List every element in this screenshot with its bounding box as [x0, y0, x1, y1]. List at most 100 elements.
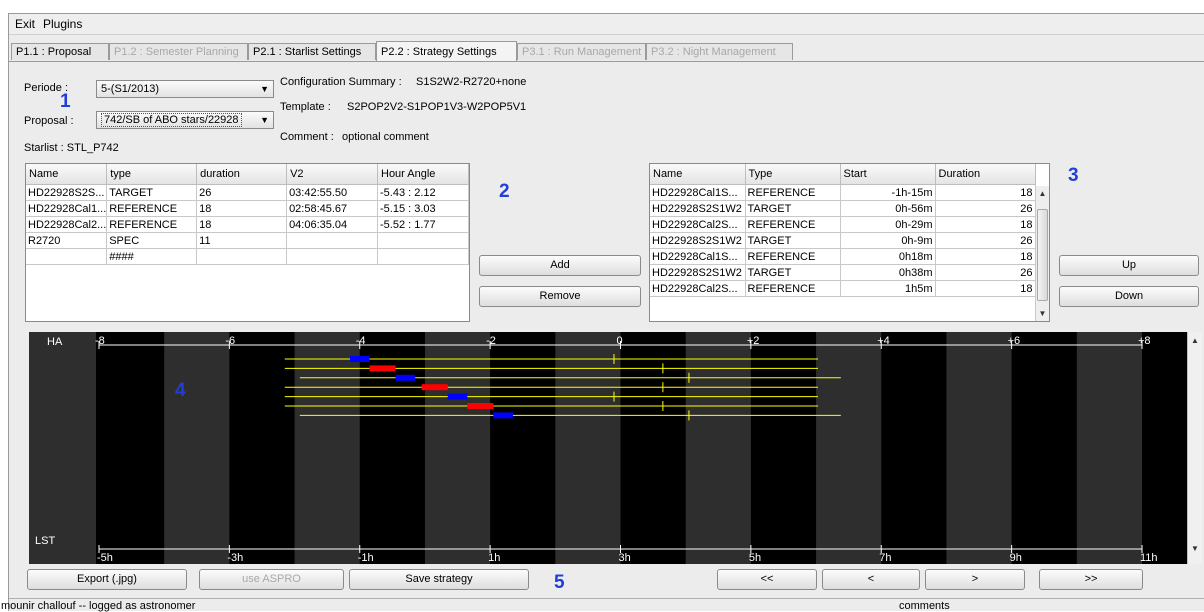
table-cell[interactable]	[26, 248, 108, 265]
add-button[interactable]: Add	[479, 255, 641, 276]
column-header-v2[interactable]: V2	[286, 164, 378, 185]
table-row[interactable]: HD22928Cal1S... REFERENCE -1h-15m 18	[650, 184, 1036, 201]
table-cell[interactable]: 18	[196, 200, 288, 217]
tab-semester-planning[interactable]: P1.2 : Semester Planning	[109, 43, 248, 60]
column-header-start[interactable]: Start	[840, 164, 936, 185]
status-comments[interactable]: comments	[899, 600, 950, 612]
menu-plugins[interactable]: Plugins	[43, 17, 82, 31]
first-button[interactable]: <<	[717, 569, 817, 590]
table-cell[interactable]: 02:58:45.67	[286, 200, 378, 217]
table-row[interactable]: HD22928S2S1W2 TARGET 0h-56m 26	[650, 200, 1036, 217]
table-cell[interactable]: REFERENCE	[106, 216, 198, 233]
table-cell[interactable]: HD22928S2S...	[26, 184, 108, 201]
previous-button[interactable]: <	[822, 569, 920, 590]
table-cell[interactable]	[286, 232, 378, 249]
tab-starlist-settings[interactable]: P2.1 : Starlist Settings	[248, 43, 376, 60]
table-cell[interactable]: 0h38m	[840, 264, 936, 281]
tab-proposal[interactable]: P1.1 : Proposal	[11, 43, 109, 60]
scroll-up-icon[interactable]: ▲	[1188, 336, 1202, 345]
scroll-thumb[interactable]	[1037, 209, 1048, 301]
table-cell[interactable]: 26	[196, 184, 288, 201]
table-cell[interactable]: 18	[935, 184, 1036, 201]
strategy-scrollbar[interactable]: ▲ ▼	[1035, 186, 1049, 321]
table-cell[interactable]: 04:06:35.04	[286, 216, 378, 233]
table-row[interactable]: HD22928Cal2S... REFERENCE 1h5m 18	[650, 280, 1036, 297]
table-cell[interactable]: 18	[935, 216, 1036, 233]
down-button[interactable]: Down	[1059, 286, 1199, 307]
table-cell[interactable]: HD22928Cal1S...	[650, 184, 746, 201]
table-cell[interactable]: TARGET	[745, 232, 841, 249]
up-button[interactable]: Up	[1059, 255, 1199, 276]
proposal-select[interactable]: 742/SB of ABO stars/22928 ▼	[96, 111, 274, 129]
periode-select[interactable]: 5-(S1/2013) ▼	[96, 80, 274, 98]
table-row[interactable]: HD22928Cal2... REFERENCE 18 04:06:35.04 …	[26, 216, 469, 233]
scroll-down-icon[interactable]: ▼	[1036, 309, 1049, 318]
table-cell[interactable]: REFERENCE	[745, 184, 841, 201]
table-row[interactable]: HD22928Cal2S... REFERENCE 0h-29m 18	[650, 216, 1036, 233]
table-cell[interactable]	[377, 248, 469, 265]
table-row[interactable]: HD22928Cal1... REFERENCE 18 02:58:45.67 …	[26, 200, 469, 217]
table-cell[interactable]: 18	[196, 216, 288, 233]
table-cell[interactable]: REFERENCE	[106, 200, 198, 217]
table-cell[interactable]: HD22928S2S1W2	[650, 232, 746, 249]
table-row[interactable]: ####	[26, 248, 469, 265]
table-cell[interactable]: 03:42:55.50	[286, 184, 378, 201]
table-cell[interactable]	[286, 248, 378, 265]
column-header-duration[interactable]: Duration	[935, 164, 1036, 185]
tab-strategy-settings[interactable]: P2.2 : Strategy Settings	[376, 41, 517, 61]
table-cell[interactable]: REFERENCE	[745, 248, 841, 265]
column-header-type[interactable]: Type	[745, 164, 841, 185]
table-cell[interactable]: 18	[935, 280, 1036, 297]
last-button[interactable]: >>	[1039, 569, 1143, 590]
table-row[interactable]: HD22928Cal1S... REFERENCE 0h18m 18	[650, 248, 1036, 265]
column-header-type[interactable]: type	[106, 164, 198, 185]
save-strategy-button[interactable]: Save strategy	[349, 569, 529, 590]
table-cell[interactable]: 1h5m	[840, 280, 936, 297]
use-aspro-button[interactable]: use ASPRO	[199, 569, 344, 590]
table-row[interactable]: HD22928S2S... TARGET 26 03:42:55.50 -5.4…	[26, 184, 469, 201]
column-header-hour-angle[interactable]: Hour Angle	[377, 164, 469, 185]
table-cell[interactable]: HD22928Cal2S...	[650, 280, 746, 297]
chart-scrollbar[interactable]: ▲ ▼	[1187, 332, 1202, 564]
menu-exit[interactable]: Exit	[15, 17, 35, 31]
tab-run-management[interactable]: P3.1 : Run Management	[517, 43, 646, 60]
export-jpg-button[interactable]: Export (.jpg)	[27, 569, 187, 590]
next-button[interactable]: >	[925, 569, 1025, 590]
table-cell[interactable]: HD22928S2S1W2	[650, 200, 746, 217]
column-header-name[interactable]: Name	[650, 164, 746, 185]
table-cell[interactable]: 11	[196, 232, 288, 249]
table-cell[interactable]: -1h-15m	[840, 184, 936, 201]
table-row[interactable]: HD22928S2S1W2 TARGET 0h38m 26	[650, 264, 1036, 281]
table-cell[interactable]: R2720	[26, 232, 108, 249]
scroll-down-icon[interactable]: ▼	[1188, 544, 1202, 553]
starlist-table[interactable]: Name type duration V2 Hour Angle HD22928…	[25, 163, 470, 322]
table-cell[interactable]: HD22928Cal1S...	[650, 248, 746, 265]
column-header-name[interactable]: Name	[26, 164, 108, 185]
table-cell[interactable]: 0h-29m	[840, 216, 936, 233]
table-cell[interactable]: -5.15 : 3.03	[377, 200, 469, 217]
table-cell[interactable]: 26	[935, 232, 1036, 249]
column-header-duration[interactable]: duration	[196, 164, 288, 185]
table-cell[interactable]: HD22928Cal2...	[26, 216, 108, 233]
table-cell[interactable]	[377, 232, 469, 249]
table-cell[interactable]: REFERENCE	[745, 280, 841, 297]
table-cell[interactable]: REFERENCE	[745, 216, 841, 233]
table-cell[interactable]: 0h-9m	[840, 232, 936, 249]
table-cell[interactable]: 0h18m	[840, 248, 936, 265]
table-cell[interactable]: TARGET	[106, 184, 198, 201]
strategy-table[interactable]: Name Type Start Duration HD22928Cal1S...…	[649, 163, 1050, 322]
table-cell[interactable]: HD22928Cal2S...	[650, 216, 746, 233]
table-cell[interactable]	[196, 248, 288, 265]
table-cell[interactable]: HD22928S2S1W2	[650, 264, 746, 281]
table-cell[interactable]: 18	[935, 248, 1036, 265]
table-cell[interactable]: HD22928Cal1...	[26, 200, 108, 217]
table-cell[interactable]: ####	[106, 248, 198, 265]
table-cell[interactable]: 26	[935, 264, 1036, 281]
tab-night-management[interactable]: P3.2 : Night Management	[646, 43, 793, 60]
table-cell[interactable]: 26	[935, 200, 1036, 217]
table-cell[interactable]: TARGET	[745, 200, 841, 217]
table-row[interactable]: R2720 SPEC 11	[26, 232, 469, 249]
table-cell[interactable]: TARGET	[745, 264, 841, 281]
remove-button[interactable]: Remove	[479, 286, 641, 307]
table-cell[interactable]: 0h-56m	[840, 200, 936, 217]
